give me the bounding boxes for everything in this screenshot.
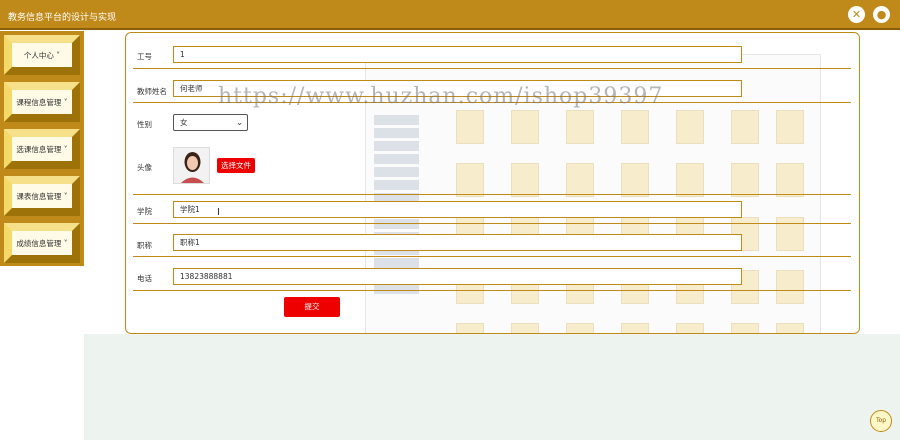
sidebar-item-label: 成绩信息管理	[16, 238, 62, 248]
avatar	[173, 147, 210, 184]
teacher-name-label: 教师姓名	[137, 87, 167, 96]
sidebar-item-label: 选课信息管理	[16, 144, 62, 154]
sidebar-item-personal-center[interactable]: 个人中心 ˅	[4, 35, 80, 75]
sidebar-item-grades[interactable]: 成绩信息管理 ˅	[4, 223, 80, 263]
sidebar-item-course-info[interactable]: 课程信息管理 ˅	[4, 82, 80, 122]
avatar-label: 头像	[137, 163, 152, 172]
sidebar-item-timetable[interactable]: 课表信息管理 ˅	[4, 176, 80, 216]
phone-label: 电话	[137, 274, 152, 283]
phone-field[interactable]: 13823888881	[173, 268, 742, 285]
back-to-top-button[interactable]: Top	[870, 410, 892, 432]
choose-file-button[interactable]: 选择文件	[217, 158, 255, 173]
watermark: https://www.huzhan.com/ishop39397	[218, 84, 664, 109]
chevron-down-icon: ˅	[61, 191, 68, 201]
sidebar-item-label: 课程信息管理	[16, 97, 62, 107]
app-title: 教务信息平台的设计与实现	[8, 13, 117, 23]
form-panel	[125, 32, 860, 334]
title-field[interactable]: 职称1	[173, 234, 742, 251]
text-cursor-icon: I	[217, 207, 220, 218]
chevron-down-icon: ˅	[61, 97, 68, 107]
content-background	[84, 334, 900, 440]
divider	[133, 194, 851, 195]
top-header: 教务信息平台的设计与实现 ✕ ●	[0, 0, 900, 30]
chevron-down-icon: ˅	[61, 238, 68, 248]
sidebar-item-label: 课表信息管理	[16, 191, 62, 201]
divider	[133, 223, 851, 224]
sidebar: 个人中心 ˅ 课程信息管理 ˅ 选课信息管理 ˅ 课表信息管理 ˅ 成绩信息管理…	[0, 31, 84, 266]
chevron-down-icon: ˅	[61, 144, 68, 154]
sidebar-item-course-selection[interactable]: 选课信息管理 ˅	[4, 129, 80, 169]
employee-id-field[interactable]: 1	[173, 46, 742, 63]
title-label: 职称	[137, 241, 152, 250]
avatar-photo	[174, 148, 209, 183]
sidebar-item-label: 个人中心	[23, 50, 54, 60]
gender-select[interactable]: 女 ⌄	[173, 114, 248, 131]
chevron-down-icon: ˅	[53, 50, 61, 60]
close-icon[interactable]: ✕	[848, 6, 865, 23]
gender-select-value: 女	[180, 118, 188, 127]
gender-label: 性别	[137, 120, 152, 129]
user-icon[interactable]: ●	[873, 6, 890, 23]
employee-id-label: 工号	[137, 52, 152, 61]
divider	[133, 256, 851, 257]
divider	[133, 290, 851, 291]
submit-button[interactable]: 提交	[284, 297, 340, 317]
college-label: 学院	[137, 207, 152, 216]
divider	[133, 68, 851, 69]
college-field[interactable]: 学院1	[173, 201, 742, 218]
chevron-down-icon: ⌄	[236, 118, 243, 127]
